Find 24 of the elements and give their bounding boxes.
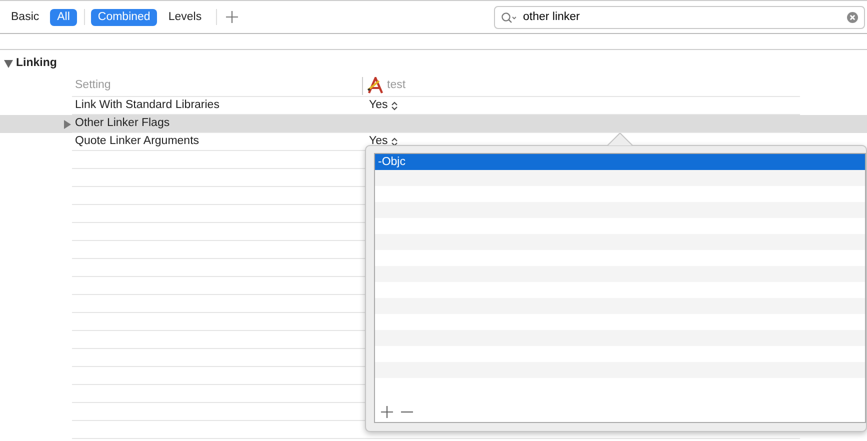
filter-tab[interactable]: Basic (4, 8, 46, 26)
value-popup[interactable]: Yes (362, 132, 398, 150)
clear-icon[interactable] (847, 12, 858, 23)
settings-row[interactable]: Other Linker Flags (0, 115, 867, 133)
disclosure-triangle-icon[interactable] (4, 60, 13, 68)
updown-icon (390, 100, 398, 110)
setting-name: Link With Standard Libraries (74, 98, 220, 113)
filter-tab[interactable]: All (50, 8, 77, 26)
updown-icon (390, 136, 398, 146)
column-header: Setting (74, 78, 112, 93)
value-popup[interactable]: Yes (362, 96, 398, 114)
setting-name: Quote Linker Arguments (74, 134, 200, 149)
add-icon[interactable] (226, 11, 238, 23)
setting-name: Other Linker Flags (74, 116, 171, 131)
add-icon[interactable] (381, 406, 393, 418)
column-header: test (387, 78, 406, 93)
search-icon (501, 12, 517, 24)
filter-tab[interactable]: Levels (161, 8, 209, 26)
search-field[interactable]: other linker (494, 6, 865, 29)
flag-item[interactable]: -Objc (375, 154, 865, 170)
filter-tab[interactable]: Combined (90, 8, 158, 26)
section-title: Linking (16, 56, 57, 72)
app-icon (367, 77, 384, 94)
disclosure-triangle-icon[interactable] (64, 120, 71, 128)
